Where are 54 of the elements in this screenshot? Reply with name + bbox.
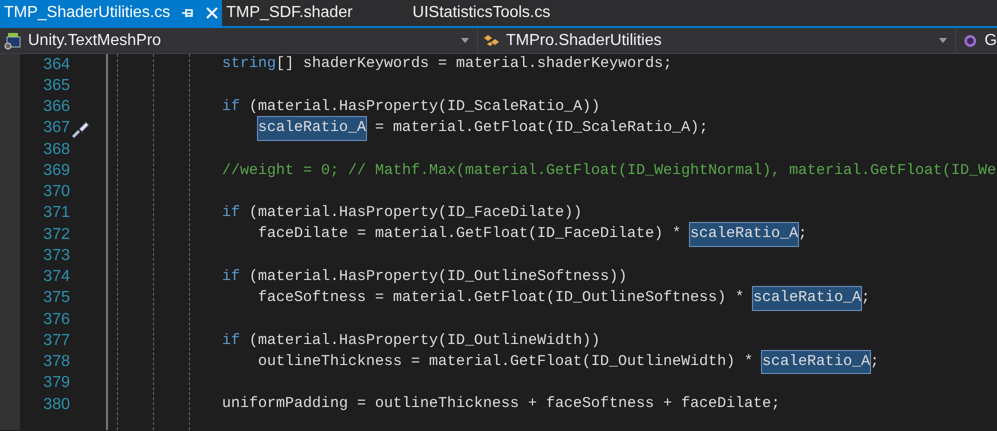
line-number: 379	[43, 373, 70, 394]
highlighted-reference: scaleRatio_A	[762, 350, 870, 374]
pin-icon[interactable]	[182, 8, 194, 18]
line-number: 375	[43, 288, 70, 308]
line-number: 377	[43, 330, 70, 351]
code-text: (material.HasProperty(ID_FaceDilate))	[248, 203, 582, 224]
line-number: 373	[43, 246, 70, 266]
keyword: if	[222, 96, 240, 117]
line-number: 364	[43, 54, 70, 75]
code-text: faceDilate = material.GetFloat(ID_FaceDilate) *	[258, 224, 682, 244]
code-text: ;	[861, 288, 870, 308]
line-number: 366	[43, 97, 70, 118]
cube-icon	[964, 34, 977, 48]
code-text: uniformPadding = outlineThickness + faceSoftness + faceDilate;	[222, 394, 780, 414]
code-text: ;	[798, 224, 808, 244]
line-number: 378	[43, 352, 70, 372]
line-number: 371	[43, 203, 70, 224]
code-text: outlineThickness = material.GetFloat(ID_OutlineWidth) *	[258, 352, 754, 372]
keyword: if	[222, 266, 240, 287]
keyword: if	[222, 203, 240, 224]
code-text: = material.GetFloat(ID_ScaleRatio_A);	[374, 118, 708, 138]
file-tab[interactable]: TMP_SDF.shader	[222, 0, 409, 26]
line-number: 368	[43, 140, 70, 160]
member-name: G	[984, 30, 997, 50]
highlighted-reference: scaleRatio_A	[690, 223, 798, 246]
highlighted-reference: scaleRatio_A	[753, 287, 862, 310]
code-text: (material.HasProperty(ID_ScaleRatio_A))	[248, 96, 600, 117]
line-number: 369	[43, 160, 70, 181]
close-icon[interactable]	[206, 7, 218, 19]
line-number: 367	[43, 118, 70, 138]
line-number: 370	[43, 182, 70, 202]
code-text: faceSoftness = material.GetFloat(ID_OutlineSoftness) *	[258, 288, 746, 308]
line-number: 365	[43, 76, 70, 96]
line-number: 374	[43, 267, 70, 288]
keyword: string	[222, 54, 276, 74]
project-dropdown[interactable]: Unity.TextMeshPro	[0, 28, 478, 53]
code-text: [] shaderKeywords = material.shaderKeywords;	[276, 54, 672, 74]
line-number: 380	[43, 394, 70, 415]
type-dropdown[interactable]: TMPro.ShaderUtilities	[478, 28, 956, 53]
line-number: 372	[43, 224, 70, 245]
file-tab[interactable]: UIStatisticsTools.cs	[408, 0, 606, 26]
dropdown-caret-icon	[461, 38, 469, 43]
code-text: (material.HasProperty(ID_OutlineSoftness))	[248, 266, 628, 287]
line-number: 376	[43, 310, 70, 330]
project-name: Unity.TextMeshPro	[28, 30, 162, 50]
type-name: TMPro.ShaderUtilities	[506, 30, 663, 50]
code-text: ;	[870, 352, 880, 372]
highlighted-reference: scaleRatio_A	[258, 117, 366, 140]
member-dropdown[interactable]: G	[956, 28, 997, 53]
dropdown-caret-icon	[939, 38, 947, 43]
file-tab[interactable]: TMP_ShaderUtilities.cs	[0, 0, 222, 26]
code-comment: //weight = 0; // Mathf.Max(material.GetFloat(ID_WeightNormal), material.GetFloat(ID_We	[222, 160, 996, 181]
code-text: (material.HasProperty(ID_OutlineWidth))	[248, 330, 600, 351]
keyword: if	[222, 330, 240, 351]
